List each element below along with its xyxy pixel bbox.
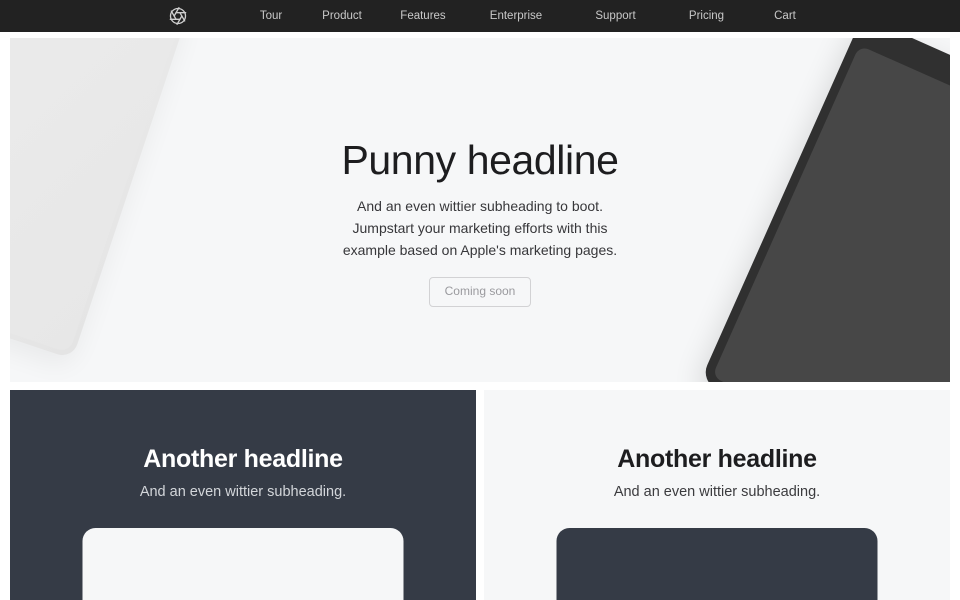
nav-item-cart[interactable]: Cart: [750, 0, 820, 32]
feature-panels-row: Another headline And an even wittier sub…: [10, 390, 950, 600]
aperture-icon[interactable]: [168, 6, 188, 26]
coming-soon-button[interactable]: Coming soon: [428, 277, 532, 307]
nav-item-enterprise[interactable]: Enterprise: [464, 0, 568, 32]
nav-item-support[interactable]: Support: [568, 0, 663, 32]
nav-label-pricing[interactable]: Pricing: [663, 0, 750, 32]
feature-panel-left-header: Another headline And an even wittier sub…: [10, 445, 476, 502]
feature-panel-left: Another headline And an even wittier sub…: [10, 390, 476, 600]
top-navigation-bar: Tour Product Features Enterprise Support…: [0, 0, 960, 32]
nav-item-features[interactable]: Features: [382, 0, 464, 32]
feature-panel-right-header: Another headline And an even wittier sub…: [484, 445, 950, 502]
nav-items-container: Tour Product Features Enterprise Support…: [0, 0, 960, 32]
feature-panel-right-subtitle: And an even wittier subheading.: [613, 483, 821, 500]
nav-label-product[interactable]: Product: [302, 0, 382, 32]
feature-panel-left-subtitle: And an even wittier subheading.: [139, 483, 347, 500]
hero-title: Punny headline: [341, 137, 619, 183]
nav-label-cart[interactable]: Cart: [750, 0, 820, 32]
hero-subtitle: And an even wittier subheading to boot. …: [342, 198, 618, 258]
nav-label-support[interactable]: Support: [568, 0, 663, 32]
feature-panel-left-device-illustration: [82, 528, 404, 600]
nav-item-product[interactable]: Product: [302, 0, 382, 32]
nav-label-enterprise[interactable]: Enterprise: [464, 0, 568, 32]
nav-label-tour[interactable]: Tour: [240, 0, 302, 32]
nav-label-features[interactable]: Features: [382, 0, 464, 32]
nav-item-pricing[interactable]: Pricing: [663, 0, 750, 32]
feature-panel-right-device-illustration: [556, 528, 878, 600]
feature-panel-right: Another headline And an even wittier sub…: [484, 390, 950, 600]
hero-content: Punny headline And an even wittier subhe…: [10, 138, 950, 307]
feature-panel-right-title: Another headline: [617, 445, 817, 473]
feature-panel-left-title: Another headline: [143, 445, 343, 473]
nav-item-tour[interactable]: Tour: [240, 0, 302, 32]
hero-section: Punny headline And an even wittier subhe…: [10, 38, 950, 382]
